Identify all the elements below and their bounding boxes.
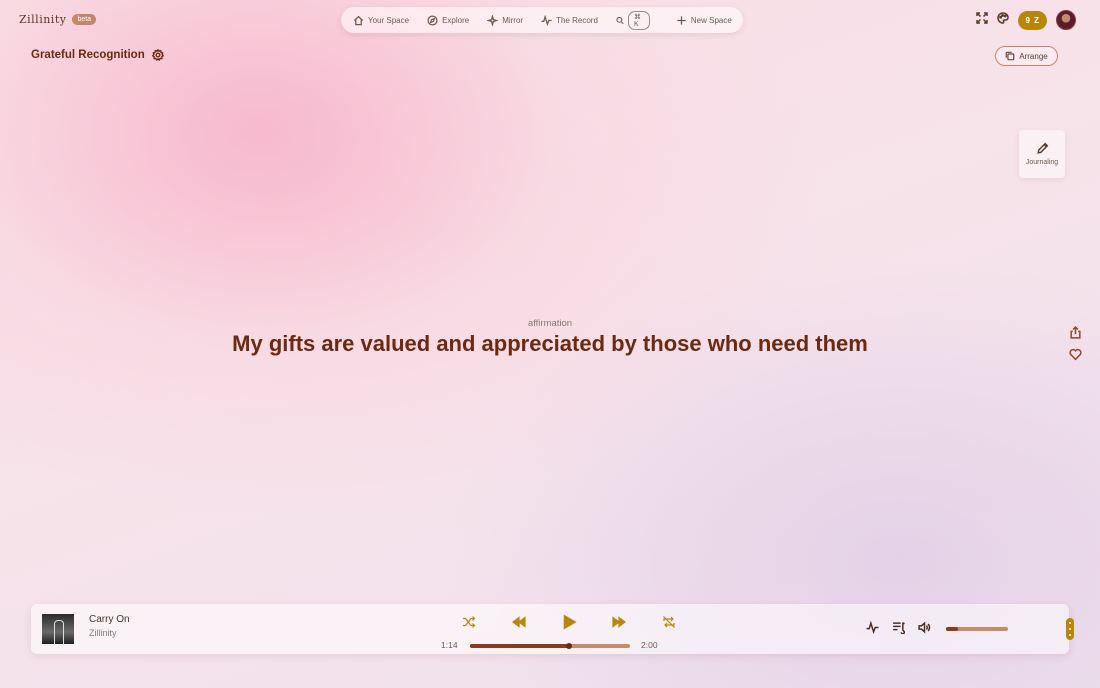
dot [1069, 628, 1071, 630]
home-icon [353, 15, 364, 25]
shuffle-button[interactable] [444, 615, 494, 629]
play-button[interactable] [544, 614, 594, 630]
nav-item-label: Mirror [502, 15, 524, 25]
new-space-label: New Space [690, 15, 732, 25]
brand-name[interactable]: Zillinity [19, 13, 66, 26]
gear-icon[interactable] [151, 49, 164, 61]
rewind-icon [512, 616, 526, 628]
affirmation-label: affirmation [527, 318, 573, 329]
nav-item-your-space[interactable]: Your Space [353, 15, 409, 26]
dot [1069, 622, 1071, 624]
album-cover[interactable] [42, 614, 74, 645]
brand[interactable]: Zillinity beta [19, 13, 97, 26]
nav-item-the-record[interactable]: The Record [541, 14, 598, 26]
nav-item-explore[interactable]: Explore [427, 14, 470, 26]
nav-item-label: Your Space [368, 15, 410, 25]
more-options-button[interactable] [1066, 618, 1074, 640]
extra-controls [866, 621, 931, 634]
progress-fill [470, 644, 570, 648]
track-title: Carry On [89, 614, 130, 625]
elapsed-time: 1:14 [441, 640, 458, 650]
palette-icon [997, 12, 1010, 24]
music-player: Carry On Zillinity 1:14 2:00 [31, 604, 1074, 654]
expand-icon [976, 12, 989, 24]
rewind-button[interactable] [494, 615, 544, 629]
plus-icon [677, 15, 686, 25]
repeat-off-icon [663, 616, 675, 628]
arrange-label: Arrange [1019, 51, 1048, 61]
compass-icon [427, 14, 438, 26]
nav-item-mirror[interactable]: Mirror [487, 14, 524, 26]
progress-thumb[interactable] [566, 643, 573, 649]
volume-slider[interactable] [946, 627, 1008, 631]
new-space-button[interactable]: New Space [676, 15, 732, 26]
play-icon [563, 614, 577, 630]
beta-badge: beta [72, 14, 97, 25]
page-title: Grateful Recognition [31, 49, 145, 61]
journaling-button[interactable]: Journaling [1019, 130, 1065, 178]
layers-icon [1005, 51, 1015, 61]
shuffle-icon [463, 616, 476, 628]
search-shortcut: ⌘ K [627, 10, 650, 30]
space-title-bar: Grateful Recognition [31, 49, 164, 61]
duration-time: 2:00 [641, 640, 658, 650]
nav-item-label: Explore [442, 15, 470, 25]
coin-balance-badge[interactable]: 9 Z [1018, 10, 1047, 30]
progress-bar[interactable] [470, 643, 630, 649]
sparkle-icon [487, 14, 499, 26]
pulse-icon [541, 14, 552, 26]
fullscreen-button[interactable] [976, 11, 989, 29]
track-info: Carry On Zillinity [89, 614, 130, 638]
playback-controls [444, 614, 694, 630]
search-button[interactable]: ⌘ K [616, 10, 650, 30]
track-artist: Zillinity [89, 628, 117, 638]
pencil-icon [1036, 142, 1048, 154]
header-actions: 9 Z [976, 10, 1076, 30]
repeat-off-button[interactable] [644, 615, 694, 629]
volume-fill [946, 627, 959, 631]
top-navigation: Your Space Explore Mirror The Record ⌘ K… [341, 7, 743, 33]
fast-forward-button[interactable] [594, 615, 644, 629]
nav-item-label: The Record [556, 15, 598, 25]
arrange-button[interactable]: Arrange [995, 46, 1058, 66]
affirmation-text: My gifts are valued and appreciated by t… [232, 331, 868, 356]
waveform-icon[interactable] [866, 621, 879, 634]
fast-forward-icon [612, 616, 626, 628]
search-icon [616, 16, 624, 24]
dot [1069, 634, 1071, 636]
theme-button[interactable] [997, 11, 1010, 29]
journaling-label: Journaling [1025, 159, 1059, 166]
queue-icon[interactable] [892, 621, 905, 634]
volume-icon[interactable] [918, 621, 931, 634]
avatar[interactable] [1056, 10, 1076, 30]
